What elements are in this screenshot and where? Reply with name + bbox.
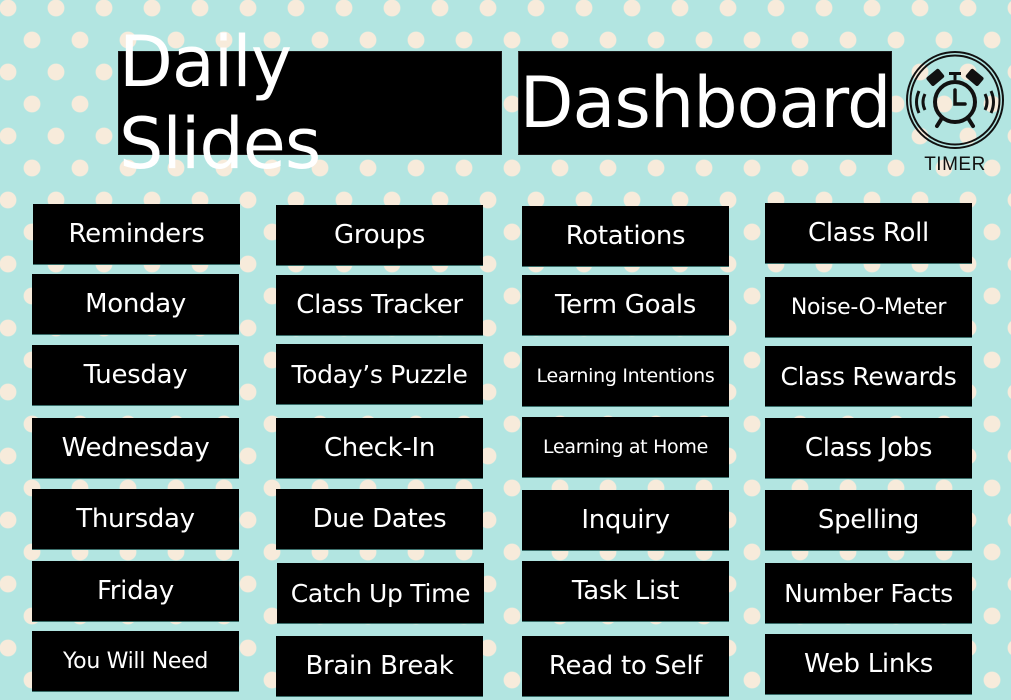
nav-button-friday[interactable]: Friday [32,561,239,622]
nav-button-due-dates[interactable]: Due Dates [276,489,483,550]
button-label: Friday [97,576,174,606]
button-label: Task List [571,576,680,606]
button-label: You Will Need [62,648,209,674]
nav-button-catch-up-time[interactable]: Catch Up Time [277,563,484,624]
button-label: Catch Up Time [290,578,471,608]
button-label: Learning at Home [543,436,708,458]
nav-button-web-links[interactable]: Web Links [765,634,972,695]
button-label: Groups [334,220,425,250]
nav-button-monday[interactable]: Monday [32,274,239,335]
nav-button-check-in[interactable]: Check-In [276,418,483,479]
nav-button-you-will-need[interactable]: You Will Need [32,631,239,692]
button-label: Today’s Puzzle [291,359,468,389]
nav-button-class-rewards[interactable]: Class Rewards [765,346,972,407]
button-label: Noise-O-Meter [790,294,947,320]
nav-button-learning-intentions[interactable]: Learning Intentions [522,346,729,407]
button-label: Rotations [565,221,686,251]
button-label: Thursday [76,504,195,534]
timer-button[interactable]: TIMER [905,50,1005,180]
button-label: Class Jobs [804,433,933,463]
nav-button-tuesday[interactable]: Tuesday [32,345,239,406]
nav-button-brain-break[interactable]: Brain Break [276,636,483,697]
button-label: Due Dates [312,504,447,534]
nav-button-learning-at-home[interactable]: Learning at Home [522,417,729,478]
button-label: Reminders [68,219,205,249]
nav-button-spelling[interactable]: Spelling [765,490,972,551]
button-label: Class Tracker [296,290,463,320]
nav-button-groups[interactable]: Groups [276,205,483,266]
button-label: Wednesday [61,433,210,463]
button-label: Tuesday [83,360,188,390]
title-text-daily-slides: Daily Slides [119,21,321,185]
nav-button-read-to-self[interactable]: Read to Self [522,636,729,697]
button-label: Number Facts [784,578,953,608]
button-label: Read to Self [548,651,703,681]
nav-button-class-tracker[interactable]: Class Tracker [276,275,483,336]
button-label: Learning Intentions [536,365,715,387]
nav-button-reminders[interactable]: Reminders [33,204,240,265]
page-title-part2: Dashboard [518,51,892,155]
nav-button-noise-o-meter[interactable]: Noise-O-Meter [765,277,972,338]
title-text-dashboard: Dashboard [519,62,892,144]
button-label: Class Rewards [780,361,957,391]
nav-button-todays-puzzle[interactable]: Today’s Puzzle [276,344,483,405]
button-label: Web Links [803,649,934,679]
button-label: Monday [85,289,186,319]
nav-button-inquiry[interactable]: Inquiry [522,490,729,551]
alarm-clock-icon [906,51,1004,149]
nav-button-task-list[interactable]: Task List [522,561,729,622]
nav-button-term-goals[interactable]: Term Goals [522,275,729,336]
button-label: Term Goals [554,290,697,320]
nav-button-class-roll[interactable]: Class Roll [765,203,972,264]
page-title-part1: Daily Slides [118,21,502,185]
button-label: Class Roll [808,218,929,248]
nav-button-wednesday[interactable]: Wednesday [32,418,239,479]
nav-button-number-facts[interactable]: Number Facts [765,563,972,624]
button-label: Check-In [323,433,436,463]
button-label: Spelling [817,505,920,535]
button-label: Brain Break [305,651,454,681]
nav-button-thursday[interactable]: Thursday [32,489,239,550]
nav-button-rotations[interactable]: Rotations [522,206,729,267]
timer-label: TIMER [924,154,986,175]
nav-button-class-jobs[interactable]: Class Jobs [765,418,972,479]
button-label: Inquiry [581,505,670,535]
